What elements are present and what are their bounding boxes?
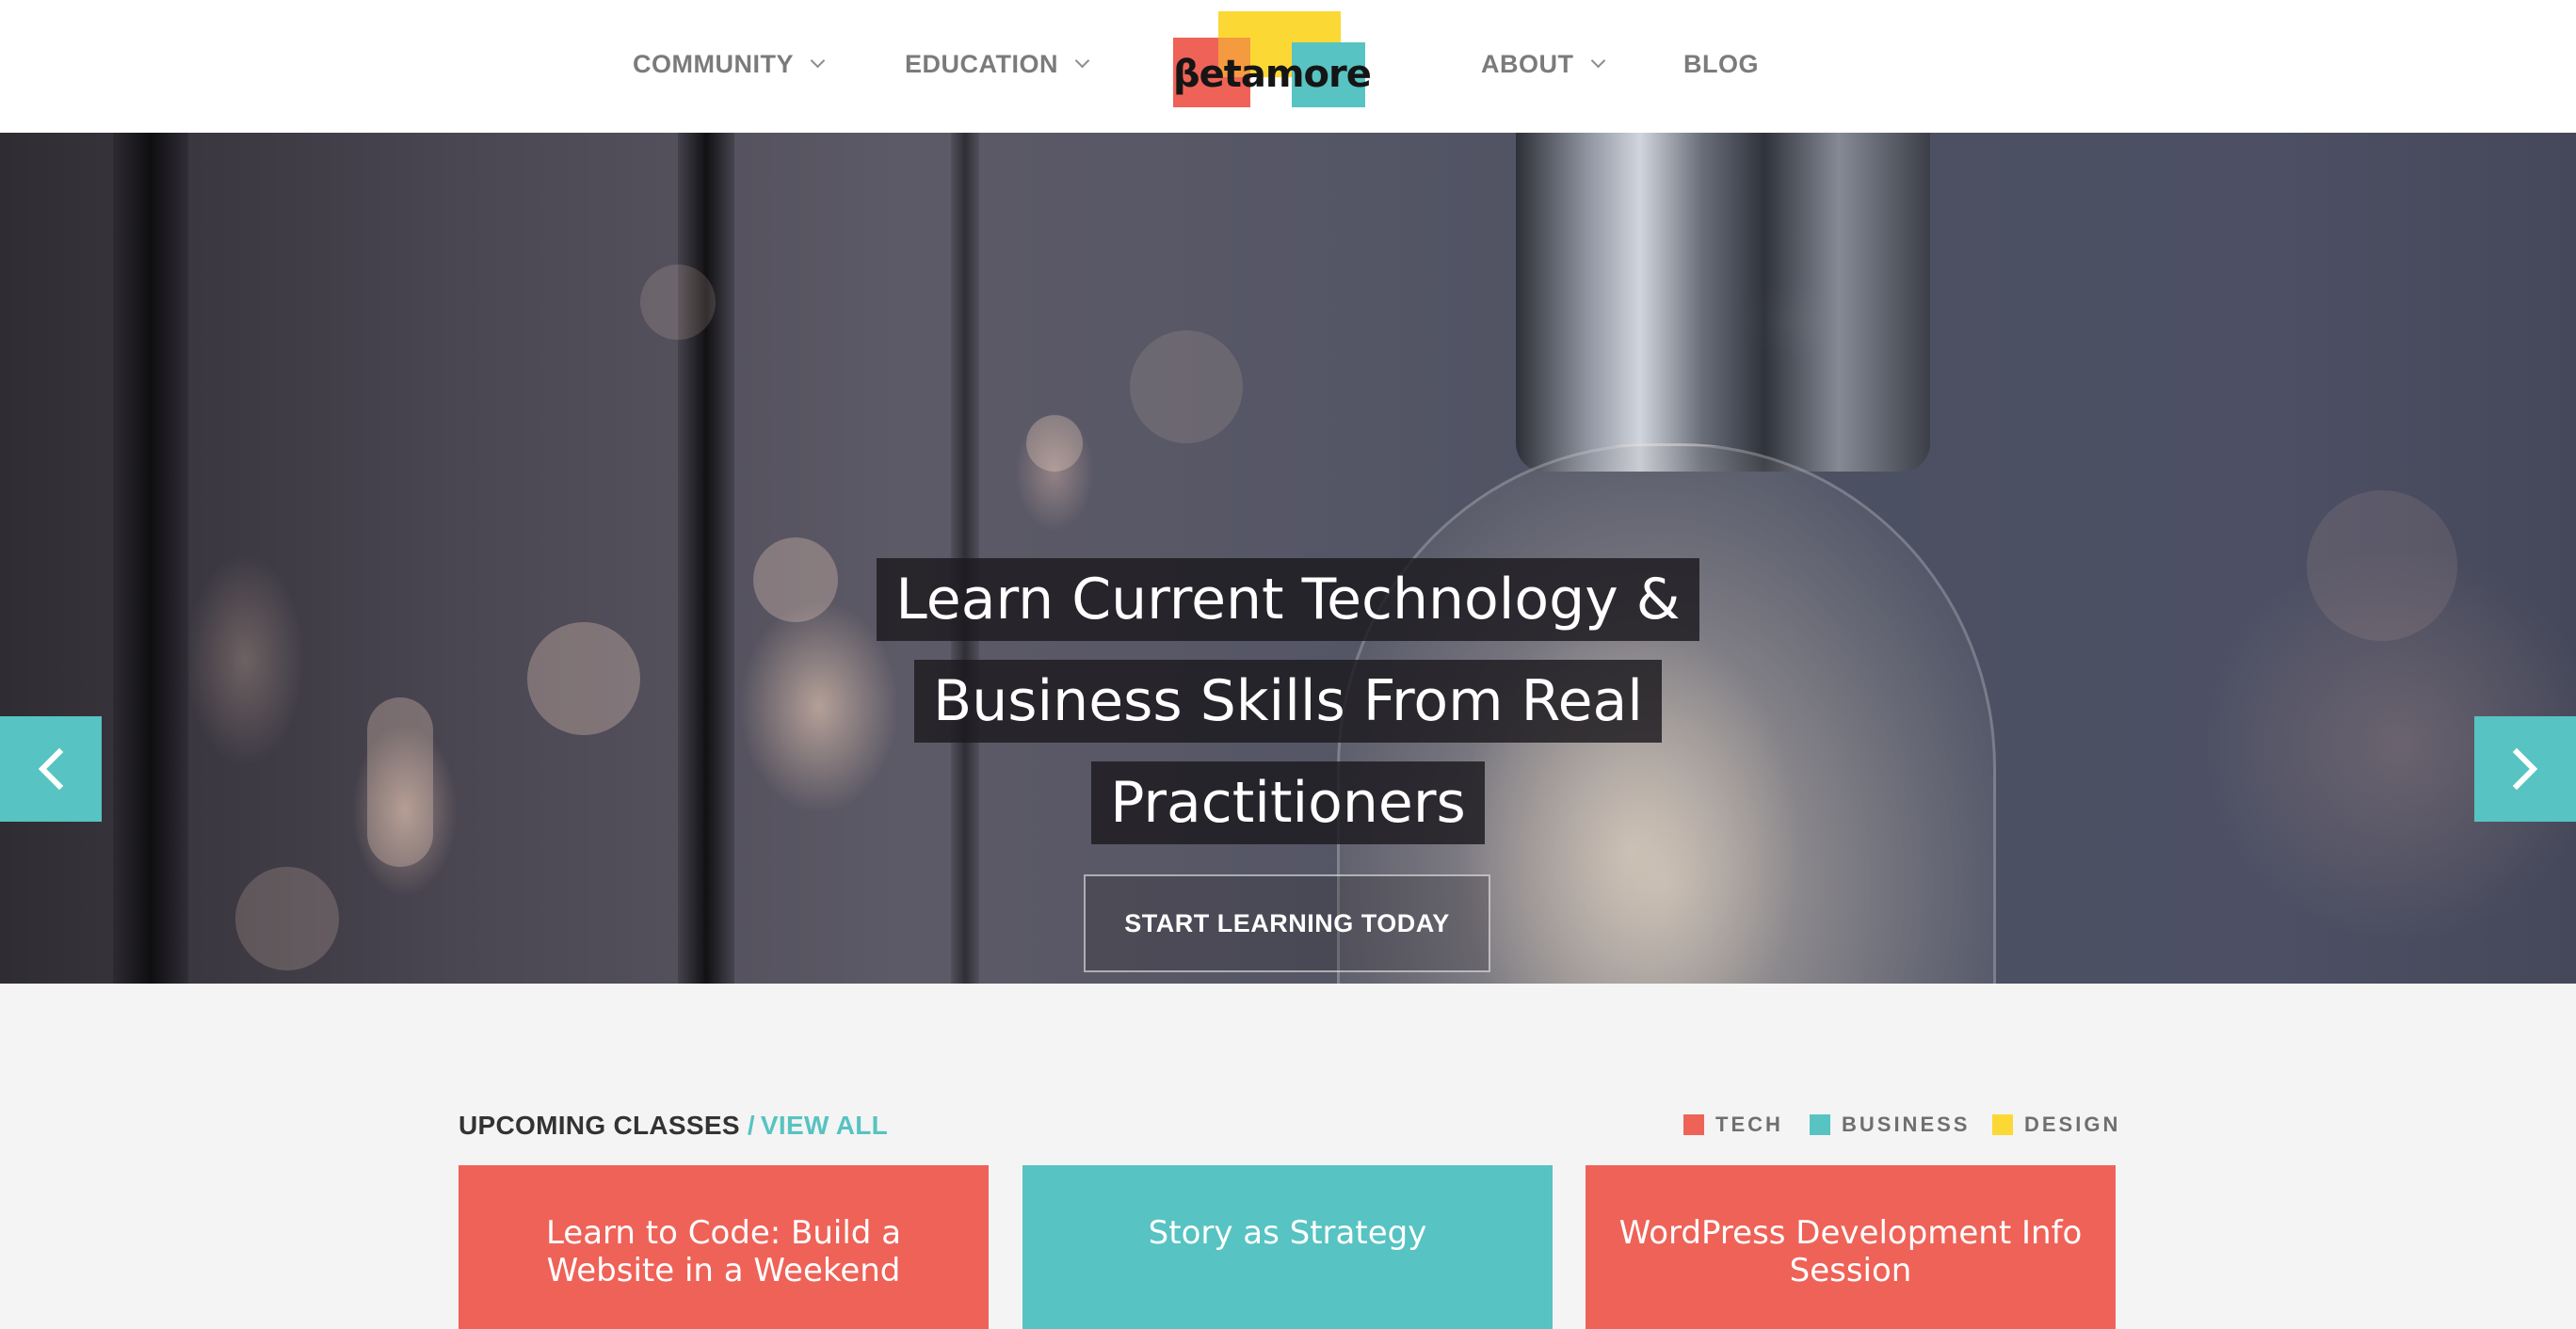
nav-blog[interactable]: BLOG <box>1683 45 1759 83</box>
upcoming-classes-heading: UPCOMING CLASSES / VIEW ALL <box>459 1111 888 1141</box>
bokeh-light <box>640 264 716 340</box>
slider-prev-button[interactable] <box>0 716 102 822</box>
nav-community[interactable]: COMMUNITY <box>633 45 826 83</box>
design-swatch <box>1992 1114 2013 1135</box>
legend-label: BUSINESS <box>1842 1113 1971 1136</box>
nav-education[interactable]: EDUCATION <box>905 45 1090 83</box>
betamore-logo[interactable]: βetamore <box>1173 9 1372 107</box>
hero-headline-line: Business Skills From Real <box>914 660 1662 743</box>
legend-business: BUSINESS <box>1810 1113 1970 1137</box>
bulb-socket <box>1516 133 1930 472</box>
start-learning-button[interactable]: START LEARNING TODAY <box>1084 874 1490 972</box>
tech-swatch <box>1683 1114 1704 1135</box>
chevron-right-icon <box>2512 747 2538 791</box>
bokeh-light <box>527 622 640 735</box>
bokeh-light <box>2307 490 2457 641</box>
upcoming-classes-title: UPCOMING CLASSES <box>459 1111 740 1140</box>
hero-slider: Learn Current Technology & Business Skil… <box>0 133 2576 984</box>
class-card-title: Story as Strategy <box>1148 1214 1427 1252</box>
business-swatch <box>1810 1114 1830 1135</box>
chevron-down-icon <box>810 53 826 69</box>
class-card-title: WordPress Development Info Session <box>1618 1214 2083 1289</box>
heading-separator: / <box>747 1111 755 1140</box>
bokeh-light <box>367 697 433 867</box>
view-all-link[interactable]: VIEW ALL <box>761 1111 888 1140</box>
hero-headline-line: Practitioners <box>1091 761 1485 844</box>
chevron-left-icon <box>38 747 64 791</box>
nav-about-label: ABOUT <box>1481 49 1574 78</box>
nav-community-label: COMMUNITY <box>633 49 794 78</box>
site-header: COMMUNITY EDUCATION βetamore ABOUT BLOG <box>0 0 2576 133</box>
hero-headline: Learn Current Technology & Business Skil… <box>817 558 1759 863</box>
class-card[interactable]: WordPress Development Info Session <box>1586 1165 2116 1329</box>
hero-headline-line: Learn Current Technology & <box>877 558 1699 641</box>
bokeh-light <box>235 867 339 970</box>
background-pole <box>678 133 734 984</box>
bokeh-light <box>1026 415 1083 472</box>
legend-label: DESIGN <box>2024 1113 2121 1136</box>
nav-education-label: EDUCATION <box>905 49 1058 78</box>
class-card[interactable]: Learn to Code: Build a Website in a Week… <box>459 1165 989 1329</box>
chevron-down-icon <box>1074 53 1090 69</box>
class-card-title: Learn to Code: Build a Website in a Week… <box>545 1214 902 1289</box>
legend-design: DESIGN <box>1992 1113 2120 1137</box>
chevron-down-icon <box>1590 53 1605 69</box>
slider-next-button[interactable] <box>2474 716 2576 822</box>
background-pole <box>113 133 188 984</box>
nav-about[interactable]: ABOUT <box>1481 45 1605 83</box>
bokeh-light <box>1130 330 1243 443</box>
class-card[interactable]: Story as Strategy <box>1022 1165 1553 1329</box>
legend-tech: TECH <box>1683 1113 1783 1137</box>
nav-blog-label: BLOG <box>1683 49 1759 78</box>
legend-label: TECH <box>1715 1113 1783 1136</box>
logo-text: βetamore <box>1173 53 1372 96</box>
